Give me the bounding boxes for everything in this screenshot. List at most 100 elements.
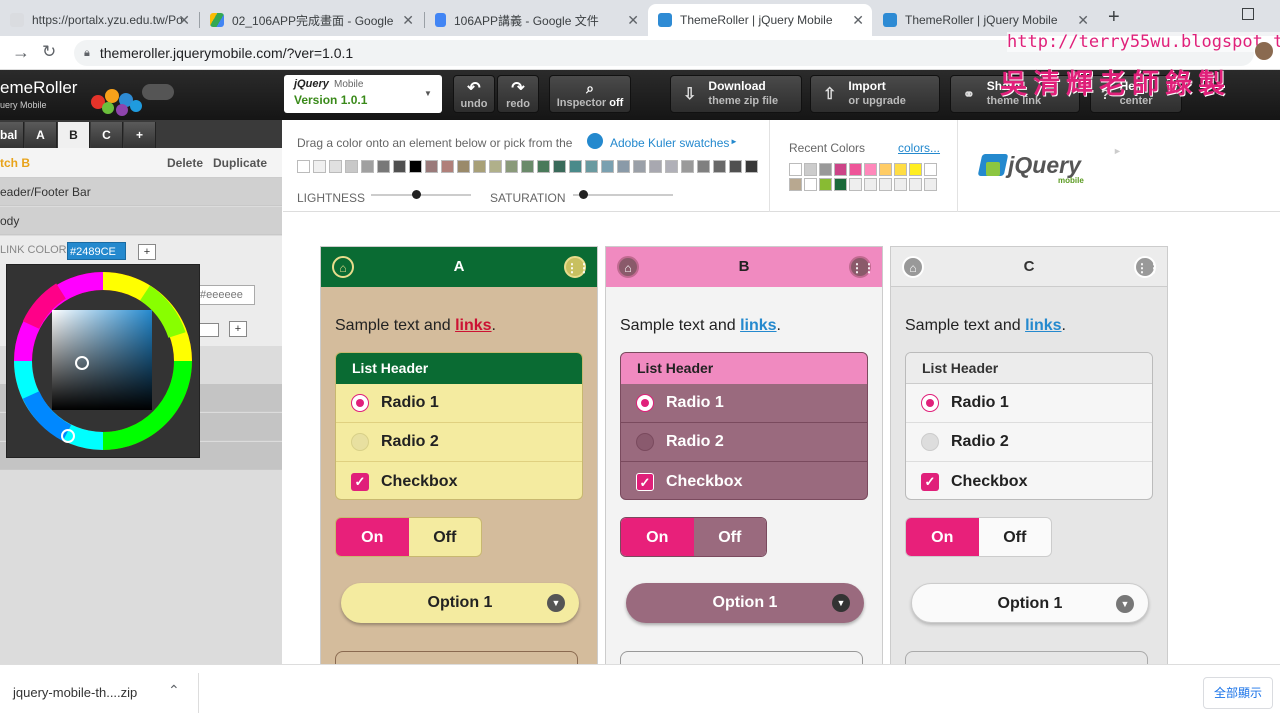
color-swatch[interactable] bbox=[745, 160, 758, 173]
home-icon[interactable]: ⌂ bbox=[617, 256, 639, 278]
color-picker[interactable] bbox=[6, 264, 200, 458]
color-swatch[interactable] bbox=[409, 160, 422, 173]
expand-arrow-icon[interactable]: ► bbox=[1113, 146, 1122, 156]
sample-link[interactable]: links bbox=[455, 317, 491, 334]
tab-swatch-b[interactable]: B bbox=[58, 122, 90, 148]
close-icon[interactable]: ✕ bbox=[402, 12, 414, 29]
color-input[interactable]: #eeeeee bbox=[197, 285, 255, 305]
restore-window-icon[interactable] bbox=[1242, 8, 1254, 20]
recent-color-swatch[interactable] bbox=[909, 178, 922, 191]
close-icon[interactable]: ✕ bbox=[852, 12, 864, 29]
close-icon[interactable]: ✕ bbox=[1077, 12, 1089, 29]
recent-color-swatch[interactable] bbox=[849, 178, 862, 191]
redo-button[interactable]: ↷ redo bbox=[497, 75, 539, 113]
lightness-slider[interactable] bbox=[371, 190, 471, 199]
color-swatch[interactable] bbox=[617, 160, 630, 173]
delete-link[interactable]: Delete bbox=[167, 156, 203, 170]
recent-color-swatch[interactable] bbox=[819, 178, 832, 191]
browser-tab-active[interactable]: ThemeRoller | jQuery Mobile ✕ bbox=[648, 4, 872, 36]
recent-color-swatch[interactable] bbox=[924, 178, 937, 191]
recent-color-swatch[interactable] bbox=[789, 178, 802, 191]
switch-off[interactable]: Off bbox=[408, 518, 481, 556]
header-bar[interactable]: ⌂ B ⋮⋮ bbox=[606, 247, 882, 287]
grid-icon[interactable]: ⋮⋮ bbox=[1134, 256, 1160, 278]
tab-swatch-a[interactable]: A bbox=[25, 122, 57, 148]
select-menu[interactable]: Option 1 ▼ bbox=[626, 583, 864, 623]
recent-color-swatch[interactable] bbox=[879, 178, 892, 191]
recent-color-swatch[interactable] bbox=[924, 163, 937, 176]
color-swatch[interactable] bbox=[313, 160, 326, 173]
color-swatch[interactable] bbox=[601, 160, 614, 173]
radio-2[interactable]: Radio 2 bbox=[906, 423, 1152, 462]
undo-button[interactable]: ↶ undo bbox=[453, 75, 495, 113]
kuler-link[interactable]: Adobe Kuler swatches bbox=[610, 136, 729, 150]
color-swatch[interactable] bbox=[297, 160, 310, 173]
version-select[interactable]: jQuery Mobile Version 1.0.1 ▼ bbox=[284, 75, 442, 113]
tab-add-swatch[interactable]: + bbox=[124, 122, 156, 148]
recent-color-swatch[interactable] bbox=[894, 178, 907, 191]
radio-1[interactable]: Radio 1 bbox=[906, 384, 1152, 423]
color-swatch[interactable] bbox=[729, 160, 742, 173]
color-swatch[interactable] bbox=[393, 160, 406, 173]
grid-icon[interactable]: ⋮⋮ bbox=[849, 256, 875, 278]
color-swatch[interactable] bbox=[697, 160, 710, 173]
recent-color-swatch[interactable] bbox=[834, 163, 847, 176]
reload-icon[interactable]: ↻ bbox=[42, 42, 56, 62]
slider-handle[interactable] bbox=[579, 190, 588, 199]
color-swatch[interactable] bbox=[505, 160, 518, 173]
switch-off[interactable]: Off bbox=[978, 518, 1051, 556]
inspector-button[interactable]: ⌕ Inspector off bbox=[549, 75, 631, 113]
recent-color-swatch[interactable] bbox=[849, 163, 862, 176]
recent-color-swatch[interactable] bbox=[819, 163, 832, 176]
switch-off[interactable]: Off bbox=[693, 518, 766, 556]
color-swatch[interactable] bbox=[585, 160, 598, 173]
color-swatch[interactable] bbox=[345, 160, 358, 173]
color-swatch[interactable] bbox=[537, 160, 550, 173]
flip-switch[interactable]: On Off bbox=[905, 517, 1052, 557]
switch-on[interactable]: On bbox=[621, 518, 694, 556]
home-icon[interactable]: ⌂ bbox=[902, 256, 924, 278]
close-icon[interactable]: ✕ bbox=[178, 12, 190, 29]
link-color-input[interactable]: #2489CE bbox=[67, 242, 126, 260]
recent-color-swatch[interactable] bbox=[834, 178, 847, 191]
duplicate-link[interactable]: Duplicate bbox=[213, 156, 267, 170]
color-swatch[interactable] bbox=[713, 160, 726, 173]
flip-switch[interactable]: On Off bbox=[620, 517, 767, 557]
select-menu[interactable]: Option 1 ▼ bbox=[911, 583, 1149, 623]
color-swatch[interactable] bbox=[633, 160, 646, 173]
swatch-b-preview[interactable]: ⌂ B ⋮⋮ Sample text and links. List Heade… bbox=[605, 246, 883, 671]
header-bar[interactable]: ⌂ A ⋮⋮ bbox=[321, 247, 597, 287]
sample-link[interactable]: links bbox=[1025, 317, 1061, 334]
home-icon[interactable]: ⌂ bbox=[332, 256, 354, 278]
color-swatch[interactable] bbox=[329, 160, 342, 173]
select-menu[interactable]: Option 1 ▼ bbox=[341, 583, 579, 623]
color-swatch[interactable] bbox=[553, 160, 566, 173]
chevron-up-icon[interactable]: ⌃ bbox=[168, 682, 180, 699]
recent-color-swatch[interactable] bbox=[864, 163, 877, 176]
checkbox[interactable]: ✓ Checkbox bbox=[621, 462, 867, 499]
color-swatch[interactable] bbox=[361, 160, 374, 173]
section-header-footer[interactable]: eader/Footer Bar bbox=[0, 178, 282, 206]
recent-color-swatch[interactable] bbox=[909, 163, 922, 176]
browser-tab[interactable]: https://portalx.yzu.edu.tw/Po ✕ bbox=[0, 4, 198, 36]
header-bar[interactable]: ⌂ C ⋮⋮ bbox=[891, 247, 1167, 287]
radio-2[interactable]: Radio 2 bbox=[621, 423, 867, 462]
color-swatch[interactable] bbox=[377, 160, 390, 173]
add-color-button[interactable]: + bbox=[229, 321, 247, 337]
color-swatch[interactable] bbox=[473, 160, 486, 173]
color-swatch[interactable] bbox=[649, 160, 662, 173]
flip-switch[interactable]: On Off bbox=[335, 517, 482, 557]
swatch-a-preview[interactable]: ⌂ A ⋮⋮ Sample text and links. List Heade… bbox=[320, 246, 598, 671]
grid-icon[interactable]: ⋮⋮ bbox=[564, 256, 590, 278]
color-swatch[interactable] bbox=[489, 160, 502, 173]
color-swatch[interactable] bbox=[665, 160, 678, 173]
tab-swatch-c[interactable]: C bbox=[91, 122, 123, 148]
color-swatch[interactable] bbox=[425, 160, 438, 173]
download-filename[interactable]: jquery-mobile-th....zip bbox=[13, 685, 137, 700]
recent-color-swatch[interactable] bbox=[804, 163, 817, 176]
color-swatch[interactable] bbox=[441, 160, 454, 173]
show-all-button[interactable]: 全部顯示 bbox=[1203, 677, 1273, 709]
checkbox[interactable]: ✓ Checkbox bbox=[336, 462, 582, 499]
back-arrow-icon[interactable]: → bbox=[12, 42, 30, 63]
saturation-slider[interactable] bbox=[573, 190, 673, 199]
